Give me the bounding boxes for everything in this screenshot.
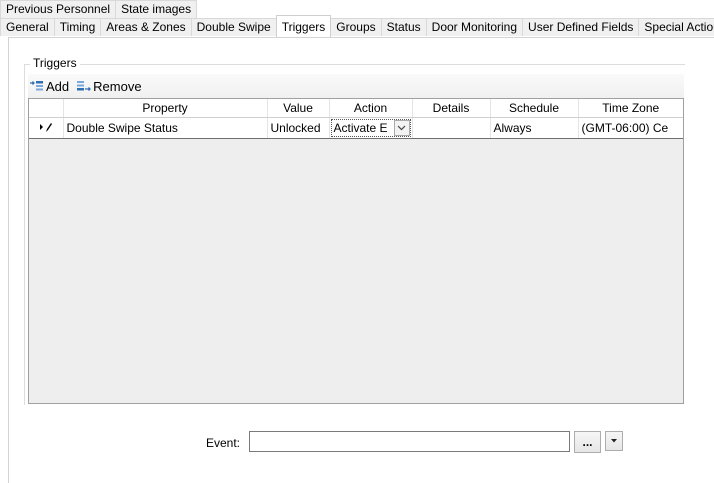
tab-row-top: Previous Personnel State images (0, 0, 198, 18)
action-combobox[interactable]: Activate E (330, 119, 411, 137)
tab-triggers[interactable]: Triggers (275, 15, 332, 37)
cell-action[interactable]: Activate E (329, 117, 413, 139)
action-dropdown-button[interactable] (393, 120, 410, 136)
remove-button[interactable]: Remove (77, 78, 142, 94)
event-input[interactable] (249, 431, 570, 452)
tab-timing[interactable]: Timing (53, 18, 102, 36)
tab-door-monitoring[interactable]: Door Monitoring (425, 18, 524, 36)
tab-state-images[interactable]: State images (115, 0, 198, 18)
tab-row-bottom: General Timing Areas & Zones Double Swip… (0, 15, 714, 37)
groupbox-title: Triggers (30, 56, 80, 70)
action-combobox-value: Activate E (333, 121, 388, 135)
remove-list-icon (77, 81, 92, 91)
remove-label: Remove (93, 78, 142, 94)
event-label: Event: (206, 436, 241, 450)
table-row[interactable]: Double Swipe Status Unlocked Activate E … (29, 117, 683, 139)
triggers-table: Property Value Action Details Schedule T… (29, 99, 683, 139)
cell-property[interactable]: Double Swipe Status (63, 117, 268, 139)
cell-schedule[interactable]: Always (490, 117, 579, 139)
triggers-toolbar: Add Remove (28, 74, 684, 99)
tab-status[interactable]: Status (380, 18, 427, 36)
chevron-down-icon (611, 439, 617, 443)
add-label: Add (46, 78, 70, 94)
column-header-details[interactable]: Details (412, 99, 491, 118)
column-header-action[interactable]: Action (329, 99, 413, 118)
triggers-grid[interactable]: Property Value Action Details Schedule T… (28, 98, 684, 404)
edit-pencil-icon (39, 122, 52, 132)
cell-value[interactable]: Unlocked (267, 117, 330, 139)
add-list-icon (30, 81, 43, 91)
tab-previous-personnel[interactable]: Previous Personnel (0, 0, 117, 18)
tab-double-swipe[interactable]: Double Swipe (190, 18, 277, 36)
row-header[interactable] (29, 117, 64, 139)
chevron-down-icon (397, 125, 406, 131)
tab-groups[interactable]: Groups (330, 18, 382, 36)
column-header-schedule[interactable]: Schedule (490, 99, 579, 118)
column-header-property[interactable]: Property (63, 99, 268, 118)
row-header-corner (29, 99, 64, 118)
event-dropdown-button[interactable] (605, 431, 623, 451)
cell-timezone[interactable]: (GMT-06:00) Ce (578, 117, 683, 139)
cell-details[interactable] (412, 117, 491, 139)
tab-areas-zones[interactable]: Areas & Zones (100, 18, 192, 36)
tab-user-defined-fields[interactable]: User Defined Fields (522, 18, 640, 36)
tab-general[interactable]: General (0, 18, 55, 36)
column-header-timezone[interactable]: Time Zone (578, 99, 683, 118)
tab-special-actions[interactable]: Special Actions (638, 18, 714, 36)
grid-header-row: Property Value Action Details Schedule T… (29, 99, 683, 118)
column-header-value[interactable]: Value (267, 99, 330, 118)
add-button[interactable]: Add (30, 79, 69, 94)
event-browse-button[interactable]: ... (574, 431, 601, 453)
